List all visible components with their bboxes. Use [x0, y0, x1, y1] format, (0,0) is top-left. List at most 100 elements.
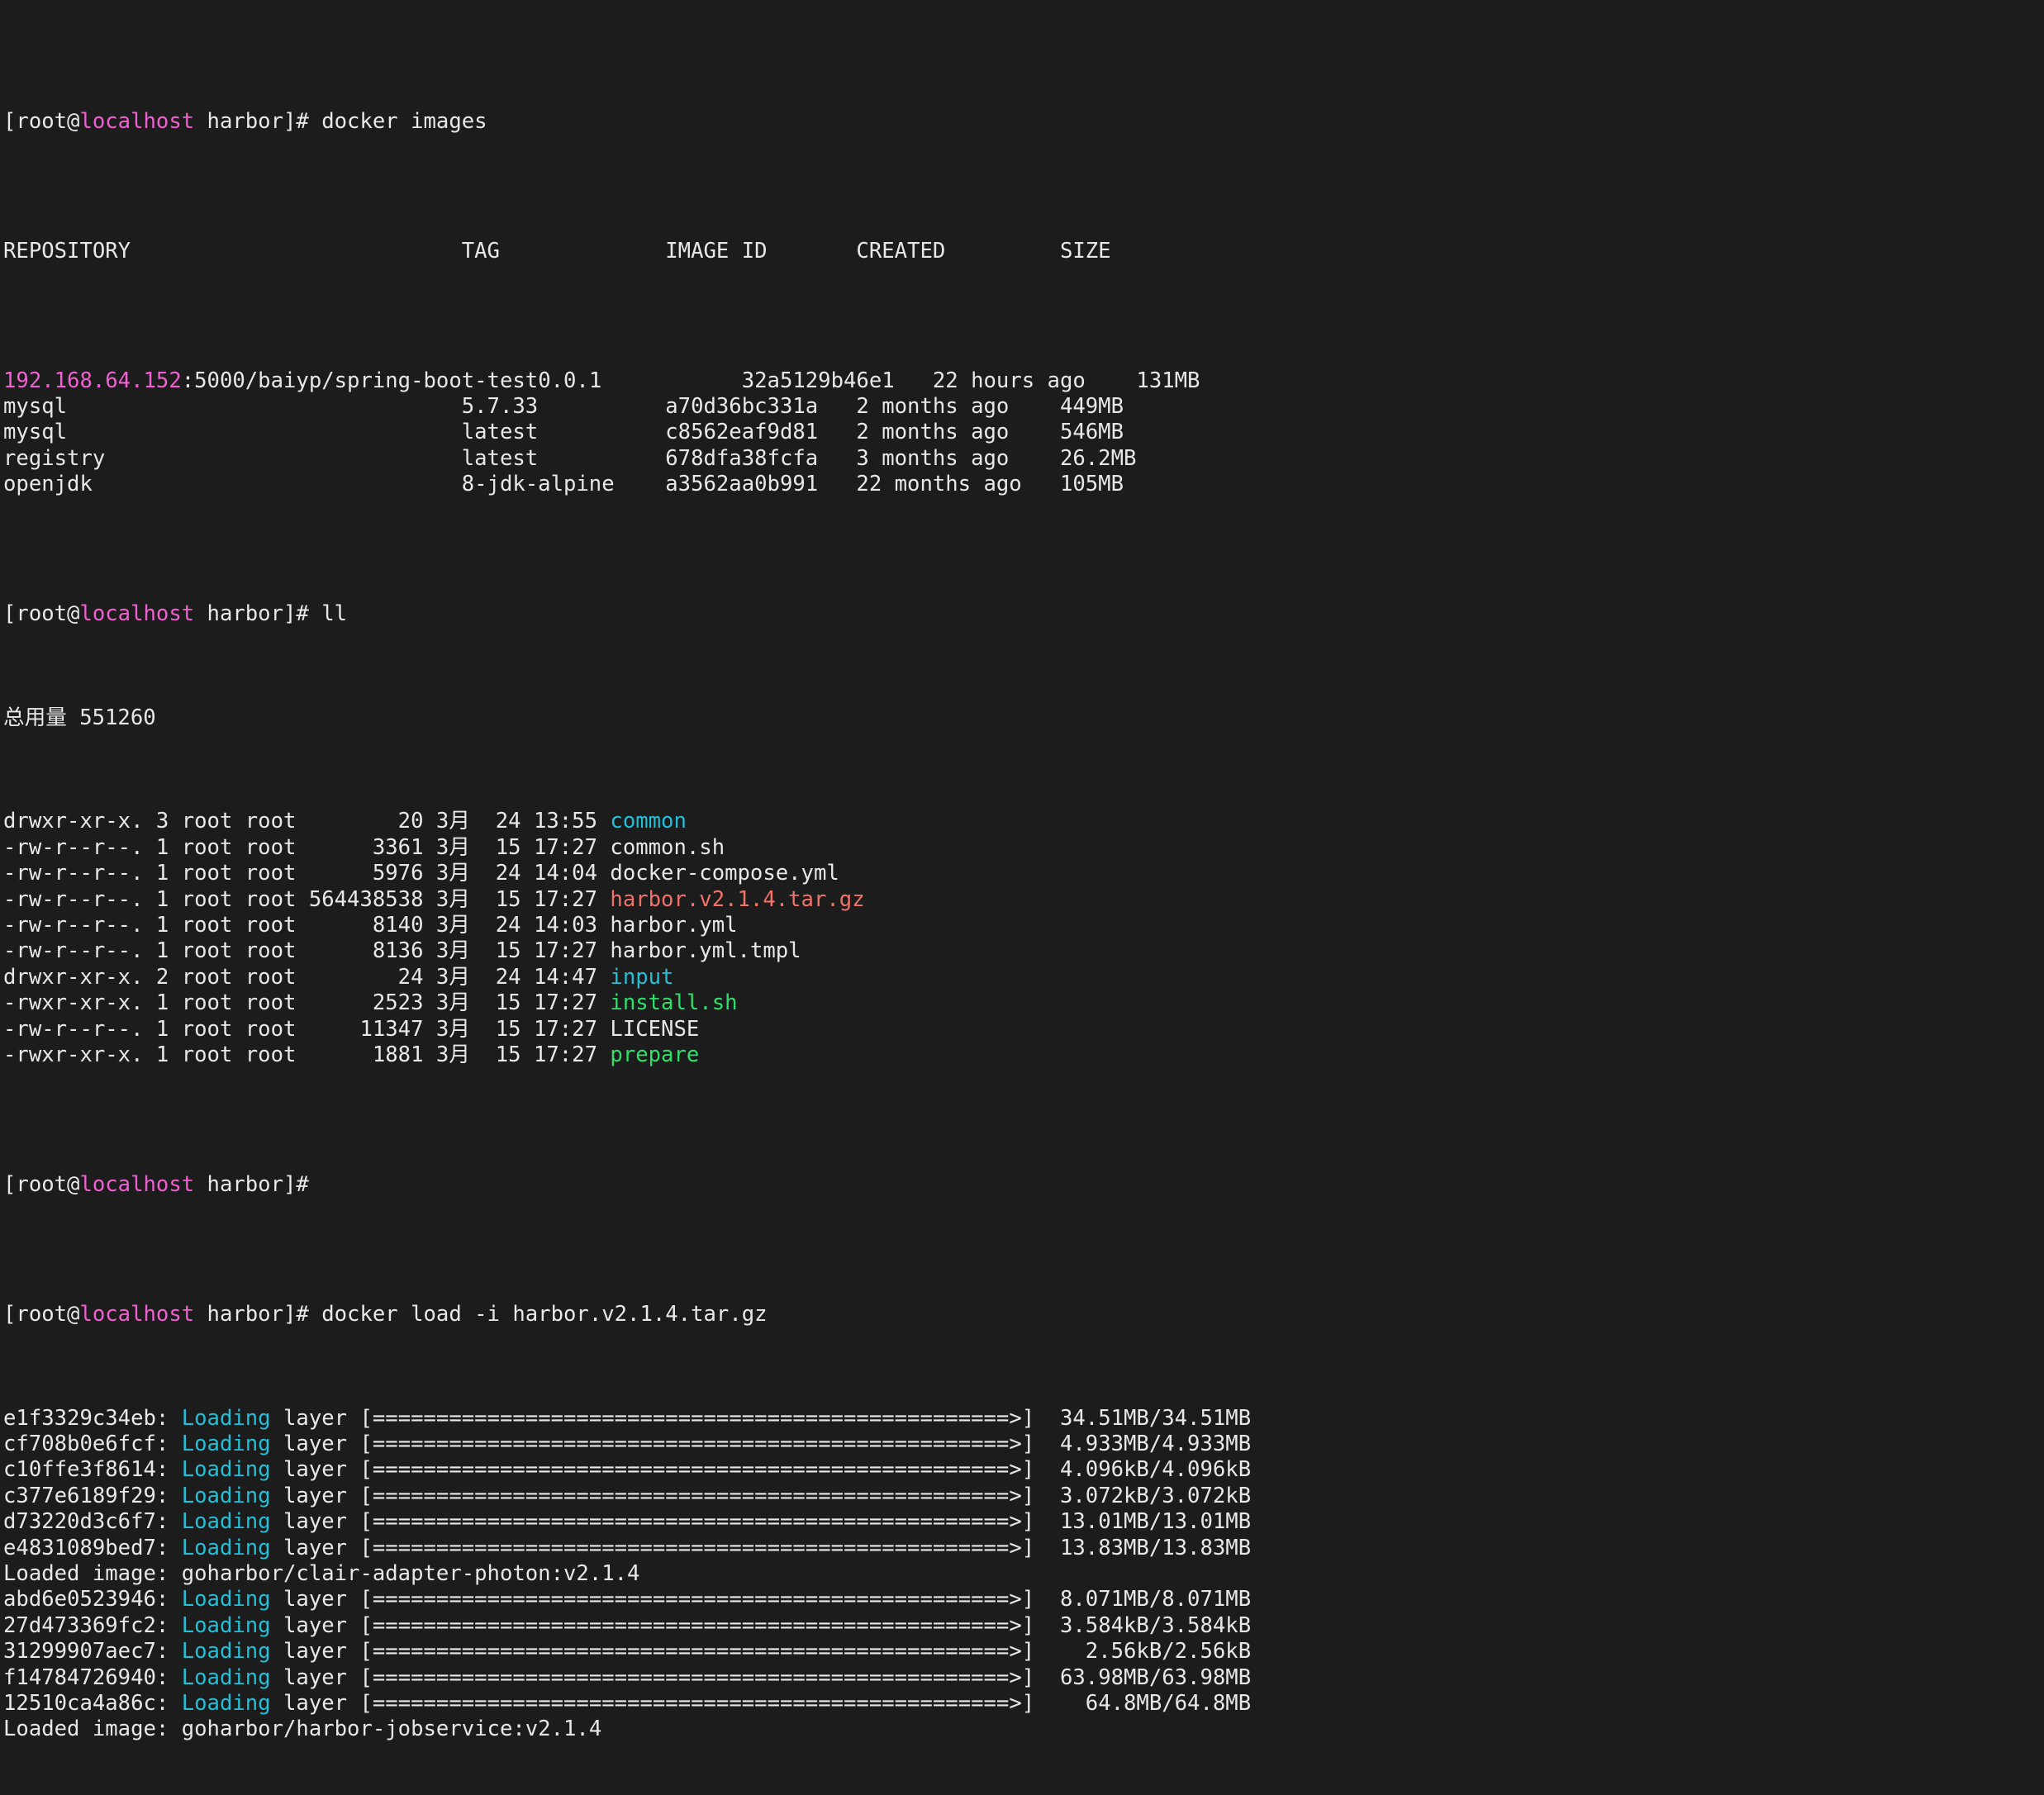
- file-date: 24 13:55: [496, 809, 611, 833]
- file-date: 15 17:27: [496, 1017, 611, 1042]
- loading-layer-row: e1f3329c34eb: Loading layer [===========…: [3, 1406, 2044, 1432]
- file-permissions-owner: -rw-r--r--. 1 root root: [3, 835, 296, 860]
- layer-label: layer: [271, 1406, 360, 1431]
- listing-row: -rw-r--r--. 1 root root 8136 3月 15 17:27…: [3, 938, 2044, 964]
- repository-host: 192.168.64.152: [3, 368, 182, 393]
- layer-id: e4831089bed7:: [3, 1536, 182, 1560]
- image-size: 26.2MB: [1060, 446, 1136, 471]
- image-tag: 5.7.33: [462, 394, 666, 419]
- listing-row: drwxr-xr-x. 2 root root 24 3月 24 14:47 i…: [3, 965, 2044, 990]
- file-size: 2523: [296, 990, 423, 1015]
- image-id: c8562eaf9d81: [665, 420, 856, 444]
- file-permissions-owner: drwxr-xr-x. 3 root root: [3, 809, 296, 833]
- layer-label: layer: [271, 1509, 360, 1534]
- loading-layer-row: d73220d3c6f7: Loading layer [===========…: [3, 1509, 2044, 1535]
- listing-row: -rw-r--r--. 1 root root 3361 3月 15 17:27…: [3, 835, 2044, 861]
- repository-name: mysql: [3, 420, 462, 444]
- listing-row: drwxr-xr-x. 3 root root 20 3月 24 13:55 c…: [3, 809, 2044, 834]
- layer-label: layer: [271, 1665, 360, 1690]
- prompt-open: [root@: [3, 109, 79, 134]
- docker-image-row: 192.168.64.152:5000/baiyp/spring-boot-te…: [3, 368, 2044, 394]
- file-permissions-owner: -rw-r--r--. 1 root root: [3, 913, 296, 938]
- file-date: 15 17:27: [496, 887, 611, 912]
- loading-label: Loading: [182, 1484, 271, 1508]
- layer-progress: 13.83MB/13.83MB: [1034, 1536, 1251, 1560]
- listing-row: -rwxr-xr-x. 1 root root 2523 3月 15 17:27…: [3, 990, 2044, 1016]
- image-size: 546MB: [1060, 420, 1124, 444]
- command-text: docker load -i harbor.v2.1.4.tar.gz: [321, 1302, 767, 1327]
- layer-id: 27d473369fc2:: [3, 1613, 182, 1638]
- prompt-path: harbor]#: [194, 1172, 321, 1197]
- file-size: 24: [296, 965, 423, 990]
- loading-label: Loading: [182, 1587, 271, 1612]
- prompt-host: localhost: [79, 601, 194, 626]
- repository-name: mysql: [3, 394, 462, 419]
- layer-id: e1f3329c34eb:: [3, 1406, 182, 1431]
- docker-image-row: openjdk 8-jdk-alpine a3562aa0b991 22 mon…: [3, 472, 2044, 497]
- layer-id: abd6e0523946:: [3, 1587, 182, 1612]
- image-id: a70d36bc331a: [665, 394, 856, 419]
- loaded-image-row: Loaded image: goharbor/clair-adapter-pho…: [3, 1561, 2044, 1587]
- file-name: input: [610, 965, 673, 990]
- layer-label: layer: [271, 1691, 360, 1716]
- file-month: 3月: [424, 938, 496, 963]
- command-line-empty: [root@localhost harbor]#: [3, 1172, 2044, 1198]
- file-permissions-owner: -rwxr-xr-x. 1 root root: [3, 1042, 296, 1067]
- layer-id: 31299907aec7:: [3, 1639, 182, 1664]
- loaded-image-label: Loaded image:: [3, 1717, 182, 1741]
- loading-layer-row: cf708b0e6fcf: Loading layer [===========…: [3, 1432, 2044, 1457]
- loading-label: Loading: [182, 1613, 271, 1638]
- prompt-host: localhost: [79, 1172, 194, 1197]
- loading-layer-row: 12510ca4a86c: Loading layer [===========…: [3, 1691, 2044, 1717]
- file-month: 3月: [424, 965, 496, 990]
- file-size: 3361: [296, 835, 423, 860]
- loading-label: Loading: [182, 1665, 271, 1690]
- layer-label: layer: [271, 1457, 360, 1482]
- loading-layer-row: 27d473369fc2: Loading layer [===========…: [3, 1613, 2044, 1639]
- image-created: 3 months ago: [856, 446, 1060, 471]
- file-name: harbor.yml: [610, 913, 737, 938]
- col-created-header: CREATED: [856, 239, 1060, 264]
- repository-name: openjdk: [3, 472, 462, 496]
- file-size: 11347: [296, 1017, 423, 1042]
- docker-image-row: registry latest 678dfa38fcfa 3 months ag…: [3, 446, 2044, 472]
- prompt-open: [root@: [3, 1172, 79, 1197]
- loading-layer-row: c10ffe3f8614: Loading layer [===========…: [3, 1457, 2044, 1483]
- terminal-screen[interactable]: [root@localhost harbor]# docker images R…: [0, 0, 2044, 901]
- repository-name: registry: [3, 446, 462, 471]
- loaded-image-label: Loaded image:: [3, 1561, 182, 1586]
- col-repository-header: REPOSITORY: [3, 239, 462, 264]
- file-month: 3月: [424, 1017, 496, 1042]
- file-permissions-owner: drwxr-xr-x. 2 root root: [3, 965, 296, 990]
- image-tag: 0.0.1: [538, 368, 742, 393]
- progress-bar: [=======================================…: [359, 1587, 1034, 1612]
- layer-progress: 64.8MB/64.8MB: [1034, 1691, 1251, 1716]
- file-size: 8136: [296, 938, 423, 963]
- image-size: 449MB: [1060, 394, 1124, 419]
- loading-label: Loading: [182, 1691, 271, 1716]
- loading-layer-row: 31299907aec7: Loading layer [===========…: [3, 1639, 2044, 1664]
- progress-bar: [=======================================…: [359, 1509, 1034, 1534]
- layer-label: layer: [271, 1432, 360, 1456]
- layer-progress: 4.933MB/4.933MB: [1034, 1432, 1251, 1456]
- col-tag-header: TAG: [462, 239, 666, 264]
- loading-label: Loading: [182, 1432, 271, 1456]
- prompt-open: [root@: [3, 601, 79, 626]
- image-created: 2 months ago: [856, 420, 1060, 444]
- file-permissions-owner: -rwxr-xr-x. 1 root root: [3, 990, 296, 1015]
- prompt-host: localhost: [79, 1302, 194, 1327]
- layer-label: layer: [271, 1484, 360, 1508]
- loaded-image-row: Loaded image: goharbor/harbor-jobservice…: [3, 1717, 2044, 1742]
- col-size-header: SIZE: [1060, 239, 1111, 264]
- prompt-path: harbor]#: [194, 109, 321, 134]
- docker-images-header: REPOSITORY TAG IMAGE ID CREATED SIZE: [3, 239, 2044, 264]
- file-month: 3月: [424, 990, 496, 1015]
- loading-layer-row: f14784726940: Loading layer [===========…: [3, 1665, 2044, 1691]
- layer-progress: 63.98MB/63.98MB: [1034, 1665, 1251, 1690]
- loading-label: Loading: [182, 1406, 271, 1431]
- command-text: docker images: [321, 109, 487, 134]
- image-created: 2 months ago: [856, 394, 1060, 419]
- layer-progress: 8.071MB/8.071MB: [1034, 1587, 1251, 1612]
- listing-row: -rw-r--r--. 1 root root 5976 3月 24 14:04…: [3, 861, 2044, 886]
- loading-label: Loading: [182, 1509, 271, 1534]
